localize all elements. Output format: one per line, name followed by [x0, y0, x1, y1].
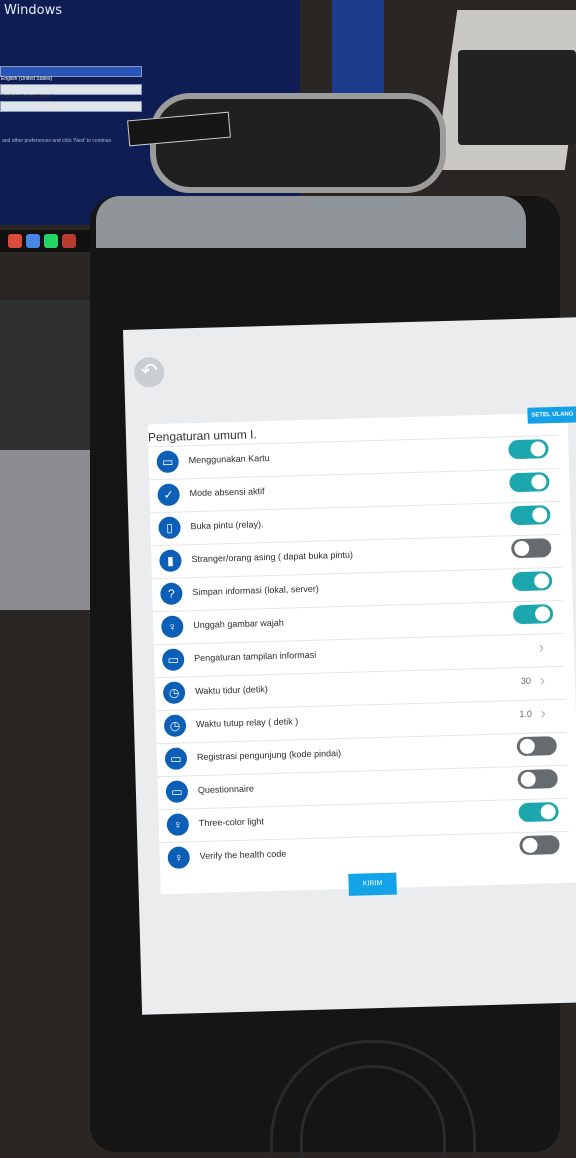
taskbar-icon — [8, 234, 22, 248]
toggle-switch[interactable] — [519, 835, 560, 856]
submit-button[interactable]: KIRIM — [348, 872, 397, 896]
bulb-icon: ♀ — [167, 846, 191, 869]
settings-row-label: Verify the health code — [199, 848, 287, 862]
settings-row-label: Buka pintu (relay). — [190, 519, 264, 532]
chevron-right-icon: › — [540, 705, 547, 723]
toggle-switch[interactable] — [510, 538, 552, 559]
page-title: Pengaturan umum I. — [147, 427, 257, 445]
settings-list: ▭ Menggunakan Kartu ✓ Mode absensi aktif ▯ Bu… — [148, 434, 571, 876]
toggle-knob — [519, 738, 535, 755]
card-icon: ▭ — [156, 450, 180, 474]
toggle-switch[interactable] — [510, 505, 551, 526]
door-icon: ▯ — [158, 516, 181, 540]
settings-row-label: Registrasi pengunjung (kode pindai) — [196, 748, 342, 763]
taskbar-icon — [62, 234, 76, 248]
settings-row-value: 1.0 — [519, 708, 533, 720]
background-laptop — [0, 450, 95, 610]
settings-row-label: Pengaturan tampilan informasi — [194, 649, 317, 664]
settings-row-label: Unggah gambar wajah — [193, 617, 284, 631]
bulb-icon: ♀ — [166, 813, 190, 836]
check-icon: ✓ — [157, 483, 180, 507]
stranger-icon: ▮ — [159, 549, 182, 573]
card-icon: ▭ — [164, 747, 188, 770]
background-taskbar — [0, 230, 95, 252]
settings-panel: Pengaturan umum I. SETEL ULANG ▭ Mengguna… — [147, 406, 576, 896]
toggle-knob — [520, 771, 536, 788]
background-keyboard-right — [458, 50, 576, 145]
toggle-knob — [532, 507, 548, 523]
taskbar-icon — [26, 234, 40, 248]
toggle-knob — [540, 804, 556, 820]
taskbar-icon — [44, 234, 58, 248]
camera-module — [150, 93, 446, 193]
settings-row-label: Menggunakan Kartu — [188, 452, 270, 466]
toggle-knob — [514, 540, 530, 557]
clock-icon: ◷ — [163, 714, 187, 738]
toggle-knob — [534, 606, 551, 622]
card-icon: ▭ — [165, 780, 189, 803]
reset-button[interactable]: SETEL ULANG — [527, 406, 576, 424]
monitor-caption: and other preferences and click 'Next' t… — [2, 138, 113, 144]
question-icon: ? — [160, 582, 183, 606]
device-screen: ↶ Pengaturan umum I. SETEL ULANG ▭ Menggu… — [123, 317, 576, 1015]
toggle-switch[interactable] — [509, 472, 550, 493]
settings-row-label: Mode absensi aktif — [189, 486, 265, 499]
toggle-switch[interactable] — [516, 736, 558, 757]
toggle-knob — [533, 573, 550, 589]
toggle-switch[interactable] — [511, 571, 553, 592]
bulb-icon: ♀ — [161, 615, 184, 639]
monitor-field — [0, 101, 142, 112]
background-monitor-panel — [332, 0, 384, 95]
back-button[interactable]: ↶ — [133, 356, 165, 388]
toggle-switch[interactable] — [508, 439, 549, 460]
settings-row-value: 30 — [520, 675, 532, 687]
toggle-switch[interactable] — [517, 769, 558, 790]
background-keyboard — [0, 300, 95, 450]
toggle-knob — [531, 474, 547, 490]
toggle-knob — [530, 441, 546, 457]
monitor-field: English (United States) — [0, 66, 142, 82]
chevron-right-icon: › — [539, 672, 546, 690]
settings-row-label: Stranger/orang asing ( dapat buka pintu) — [191, 549, 354, 565]
toggle-switch[interactable] — [518, 802, 559, 823]
monitor-field: English (United States) — [0, 84, 142, 100]
toggle-knob — [522, 837, 538, 854]
back-arrow-icon: ↶ — [140, 360, 158, 383]
settings-row-label: Three-color light — [198, 816, 264, 829]
chevron-right-icon: › — [538, 639, 545, 657]
settings-row-label: Waktu tidur (detik) — [194, 684, 268, 697]
settings-row-label: Simpan informasi (lokal, server) — [192, 583, 319, 598]
clock-icon: ◷ — [162, 681, 186, 705]
monitor-title: Windows — [4, 3, 63, 18]
device-top — [96, 196, 526, 248]
settings-row-label: Questionnaire — [197, 783, 255, 796]
toggle-switch[interactable] — [512, 604, 554, 625]
settings-row-label: Waktu tutup relay ( detik ) — [195, 716, 299, 730]
display-icon: ▭ — [161, 648, 185, 672]
